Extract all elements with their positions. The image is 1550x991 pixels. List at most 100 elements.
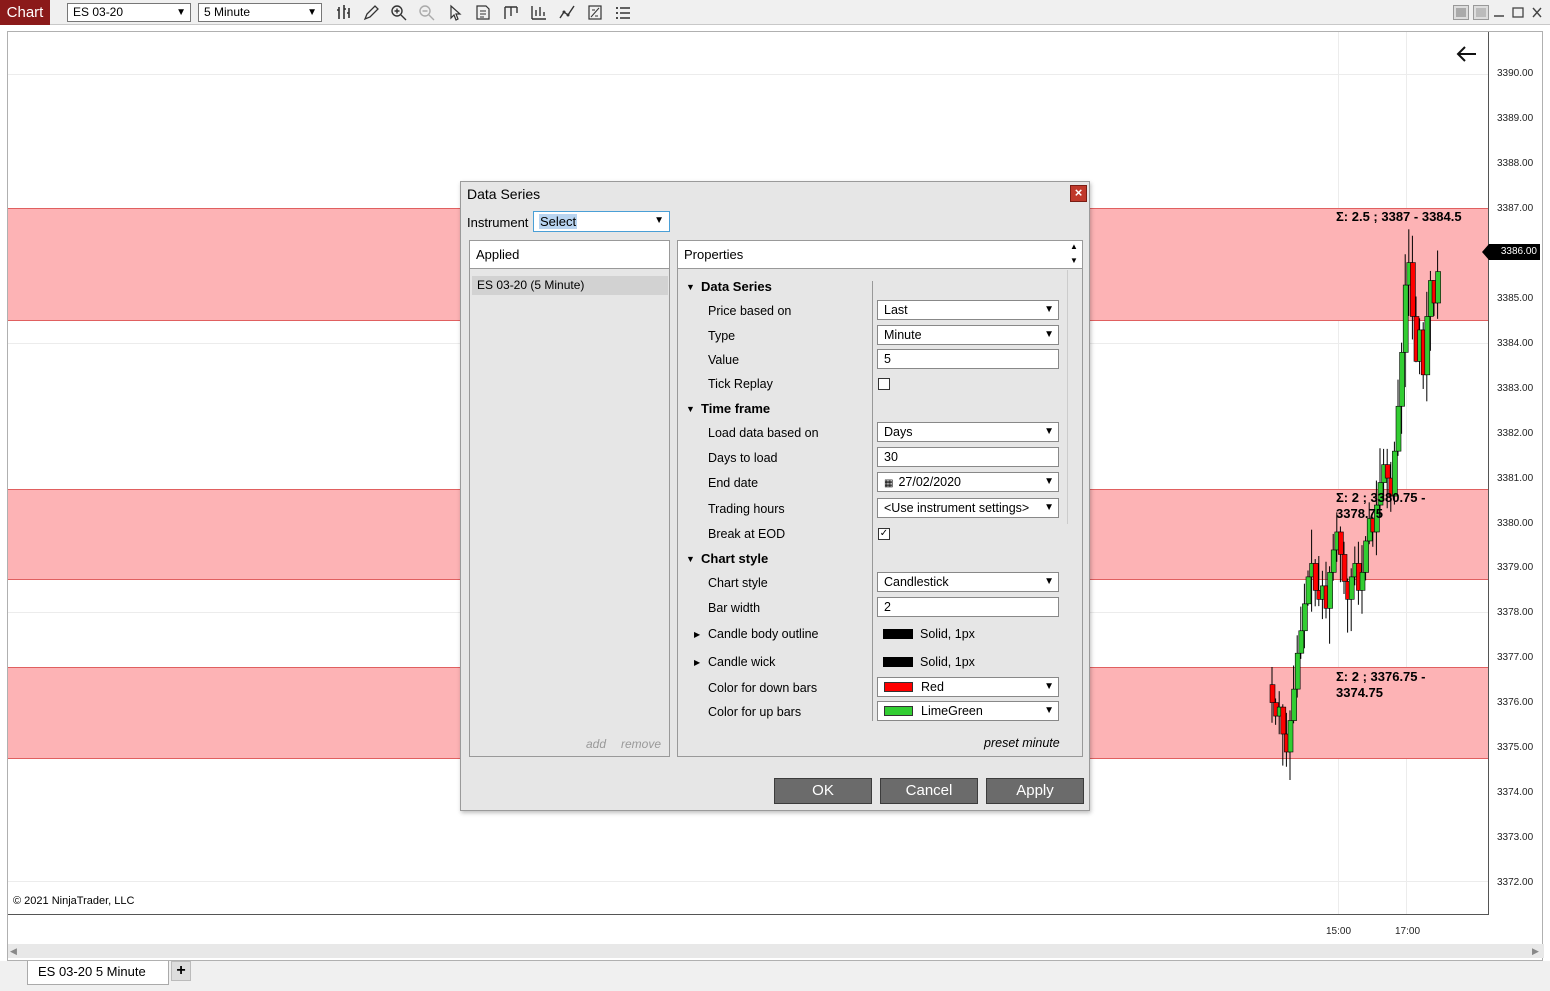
- section-chart-style[interactable]: ▼ Chart style: [686, 551, 768, 566]
- data-series-dialog: Data Series × Instrument Select ▼ Applie…: [460, 181, 1090, 811]
- prop-label-expandable[interactable]: ▶ Candle wick: [694, 655, 775, 669]
- select-value: Minute: [884, 328, 922, 342]
- candle-body: [1410, 262, 1416, 317]
- y-axis-tick: 3383.00: [1497, 383, 1534, 394]
- y-axis-tick: 3384.00: [1497, 338, 1534, 349]
- collapse-icon[interactable]: ▼: [686, 282, 701, 292]
- close-icon[interactable]: [1529, 5, 1545, 20]
- zone-label-line: 3374.75: [1336, 685, 1383, 700]
- zone-label: Σ: 2 ; 3376.75 - 3374.75: [1336, 669, 1425, 701]
- instrument-select[interactable]: Select ▼: [533, 211, 670, 232]
- candle-body: [1269, 684, 1276, 703]
- zoom-out-icon[interactable]: [418, 4, 436, 21]
- scroll-down-icon[interactable]: ▼: [1070, 256, 1078, 265]
- drawing-tool-icon[interactable]: [362, 4, 380, 21]
- tick-replay-checkbox[interactable]: [878, 378, 890, 390]
- section-data-series[interactable]: ▼ Data Series: [686, 279, 772, 294]
- scroll-right-icon[interactable]: ▶: [1532, 946, 1539, 957]
- add-tab-button[interactable]: +: [171, 961, 191, 981]
- chart-tab-bar: ES 03-20 5 Minute +: [0, 961, 1550, 991]
- scroll-up-icon[interactable]: ▲: [1070, 242, 1078, 251]
- prop-label: End date: [708, 476, 759, 490]
- collapse-icon[interactable]: ▼: [686, 404, 701, 414]
- down-bar-color-select[interactable]: Red ▼: [877, 677, 1059, 697]
- type-select[interactable]: Minute ▼: [877, 325, 1059, 345]
- chart-window-tab[interactable]: Chart: [0, 0, 50, 25]
- strategy-icon[interactable]: [502, 4, 520, 21]
- collapse-icon[interactable]: ▼: [686, 554, 701, 564]
- properties-scrollbar[interactable]: [1067, 270, 1081, 524]
- tile-icon[interactable]: [1453, 5, 1469, 20]
- dialog-title: Data Series: [467, 186, 541, 202]
- calendar-icon[interactable]: ▦: [884, 478, 893, 489]
- indicators-icon[interactable]: [530, 4, 548, 21]
- add-series-link[interactable]: add: [586, 737, 606, 751]
- candle-body: [1338, 531, 1344, 555]
- color-swatch: [884, 682, 913, 692]
- y-axis-tick: 3376.00: [1497, 697, 1534, 708]
- expand-icon[interactable]: ▶: [694, 630, 700, 639]
- section-label: Time frame: [701, 401, 771, 416]
- trading-hours-select[interactable]: <Use instrument settings> ▼: [877, 498, 1059, 518]
- data-series-icon[interactable]: [474, 4, 492, 21]
- y-axis-tick: 3375.00: [1497, 742, 1534, 753]
- zoom-in-icon[interactable]: [390, 4, 408, 21]
- properties-icon[interactable]: [586, 4, 604, 21]
- y-axis-tick: 3388.00: [1497, 158, 1534, 169]
- scroll-left-icon[interactable]: ◀: [10, 946, 17, 957]
- candle-wick-value[interactable]: Solid, 1px: [883, 655, 975, 669]
- candle-body: [1298, 630, 1305, 654]
- instrument-label: Instrument: [467, 215, 529, 230]
- cancel-button[interactable]: Cancel: [880, 778, 978, 804]
- zone-label-line: 3378.75: [1336, 506, 1383, 521]
- minimize-icon[interactable]: [1491, 5, 1507, 20]
- expand-icon[interactable]: ▶: [694, 658, 700, 667]
- apply-button[interactable]: Apply: [986, 778, 1084, 804]
- chevron-down-icon: ▼: [1044, 329, 1054, 340]
- tab-es-0320-5-minute[interactable]: ES 03-20 5 Minute: [27, 961, 169, 985]
- prop-label: Type: [708, 329, 736, 343]
- prop-label: Color for up bars: [708, 705, 802, 719]
- list-icon[interactable]: [614, 4, 632, 21]
- applied-panel: Applied ES 03-20 (5 Minute) add remove: [469, 240, 670, 757]
- prop-label: Tick Replay: [708, 377, 773, 391]
- candle-body: [1294, 652, 1301, 690]
- candle-body-outline-value[interactable]: Solid, 1px: [883, 627, 975, 641]
- days-to-load-input[interactable]: 30: [877, 447, 1059, 467]
- instrument-selector-value: ES 03-20: [73, 5, 124, 19]
- ok-button[interactable]: OK: [774, 778, 872, 804]
- y-axis-tick: 3372.00: [1497, 877, 1534, 888]
- end-date-picker[interactable]: ▦ 27/02/2020 ▼: [877, 472, 1059, 492]
- bar-width-input[interactable]: 2: [877, 597, 1059, 617]
- prop-label: Break at EOD: [708, 527, 786, 541]
- load-data-based-on-select[interactable]: Days ▼: [877, 422, 1059, 442]
- current-price-marker: 3386.00: [1482, 244, 1540, 260]
- close-icon[interactable]: ×: [1070, 185, 1087, 202]
- interval-selector[interactable]: 5 Minute ▼: [198, 3, 322, 22]
- instrument-selector[interactable]: ES 03-20 ▼: [67, 3, 191, 22]
- section-time-frame[interactable]: ▼ Time frame: [686, 401, 770, 416]
- applied-series-item[interactable]: ES 03-20 (5 Minute): [472, 276, 668, 295]
- candle-body: [1287, 720, 1294, 753]
- horizontal-scrollbar[interactable]: ◀ ▶: [8, 944, 1544, 958]
- copyright-text: © 2021 NinjaTrader, LLC: [13, 895, 135, 907]
- preset-link[interactable]: preset minute: [984, 736, 1060, 750]
- maximize-icon[interactable]: [1510, 5, 1526, 20]
- remove-series-link[interactable]: remove: [621, 737, 661, 751]
- x-axis-tick: 17:00: [1395, 926, 1421, 937]
- value-input[interactable]: 5: [877, 349, 1059, 369]
- candle-body: [1384, 464, 1391, 479]
- up-bar-color-select[interactable]: LimeGreen ▼: [877, 701, 1059, 721]
- y-axis-tick: 3377.00: [1497, 652, 1534, 663]
- tile2-icon[interactable]: [1473, 5, 1489, 20]
- prop-label-expandable[interactable]: ▶ Candle body outline: [694, 627, 819, 641]
- line-swatch: [883, 629, 913, 639]
- arrow-left-icon[interactable]: [1456, 45, 1478, 63]
- bars-type-icon[interactable]: [335, 4, 353, 21]
- pointer-icon[interactable]: [446, 4, 464, 21]
- price-based-on-select[interactable]: Last ▼: [877, 300, 1059, 320]
- break-at-eod-checkbox[interactable]: ✓: [878, 528, 890, 540]
- templates-icon[interactable]: [558, 4, 576, 21]
- properties-panel: Properties ▲ ▼ ▼ Data Series Price based …: [677, 240, 1083, 757]
- chart-style-select[interactable]: Candlestick ▼: [877, 572, 1059, 592]
